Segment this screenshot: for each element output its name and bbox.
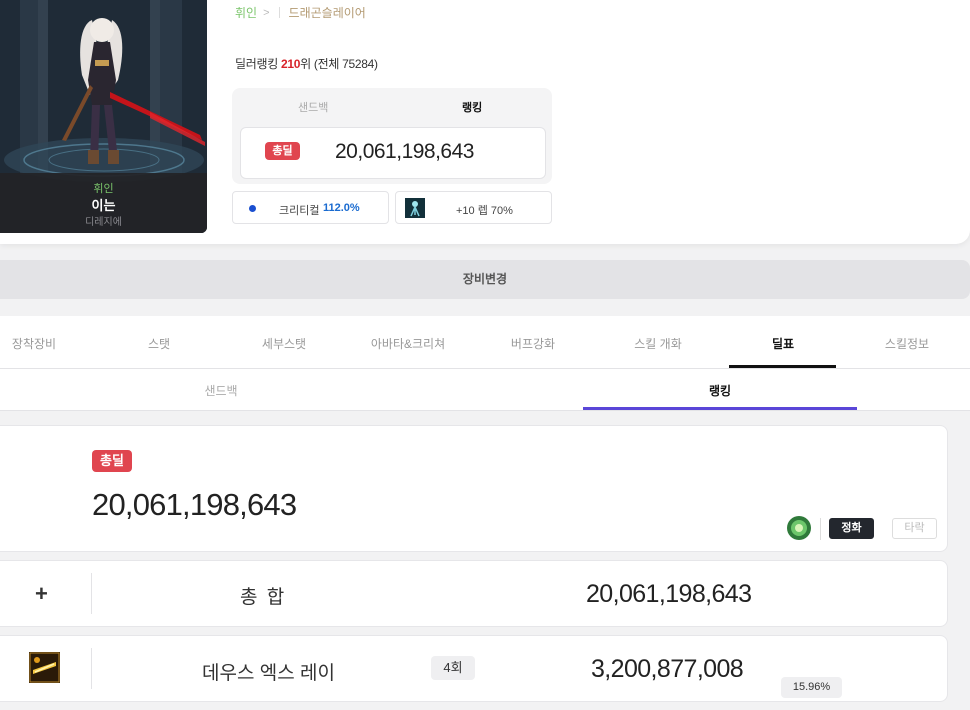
character-caption: 휘인 이는 디레지에 [0, 173, 207, 233]
tab-detail-stats[interactable]: 세부스탯 [262, 335, 306, 352]
skill-damage-value: 3,200,877,008 [591, 655, 744, 683]
tab-damage-table[interactable]: 딜표 [772, 335, 794, 352]
purify-toggle-button[interactable]: 정화 [829, 518, 874, 539]
character-profile-card: 휘인 이는 디레지에 휘인 > 드래곤슬레이어 딜러랭킹 210위 (전체 75… [0, 0, 970, 244]
character-guild: 디레지에 [85, 217, 122, 228]
skill-name: 데우스 엑스 레이 [202, 663, 335, 684]
sub-tab-ranking[interactable]: 랭킹 [709, 382, 731, 399]
equip-change-button[interactable]: 장비변경 [0, 260, 970, 299]
breadcrumb-class[interactable]: 휘인 [235, 4, 257, 21]
expand-plus-icon[interactable]: + [35, 581, 48, 607]
critical-dot-icon [249, 205, 256, 212]
skill-damage-percent: 15.96% [781, 677, 842, 698]
total-damage-badge: 총딜 [92, 450, 132, 472]
tab-buff-enhance[interactable]: 버프강화 [511, 335, 555, 352]
damage-summary-panel: 샌드백 랭킹 총딜 20,061,198,643 [232, 88, 552, 184]
mini-total-value: 20,061,198,643 [335, 140, 474, 163]
breadcrumb-divider [278, 7, 280, 18]
row-divider [91, 648, 92, 689]
corrupt-toggle-button[interactable]: 타락 [892, 518, 937, 539]
total-damage-value: 20,061,198,643 [92, 487, 297, 522]
critical-label: 크리티컬 [279, 205, 320, 217]
tab-stats[interactable]: 스탯 [148, 335, 170, 352]
dealer-ranking: 딜러랭킹 210위 (전체 75284) [235, 55, 378, 72]
character-name: 이는 [91, 198, 116, 213]
main-tab-bar: 장착장비 스탯 세부스탯 아바타&크리쳐 버프강화 스킬 개화 딜표 스킬정보 [0, 316, 970, 369]
tab-skill-info[interactable]: 스킬정보 [885, 335, 929, 352]
sum-value: 20,061,198,643 [586, 580, 752, 608]
purify-orb-icon [787, 516, 811, 540]
tab-skill-bloom[interactable]: 스킬 개화 [634, 335, 682, 352]
buff-skill-icon [405, 198, 425, 218]
sum-label: 총 합 [240, 587, 287, 608]
sub-tab-sandbag[interactable]: 샌드백 [204, 382, 237, 399]
mini-total-damage: 총딜 20,061,198,643 [240, 127, 546, 179]
tab-avatar-creature[interactable]: 아바타&크리쳐 [371, 335, 445, 352]
sub-tab-underline [583, 407, 857, 410]
tab-equipment[interactable]: 장착장비 [12, 335, 56, 352]
deus-ex-ray-skill-icon [29, 652, 60, 683]
character-portrait: 휘인 이는 디레지에 [0, 0, 207, 233]
active-tab-underline [729, 365, 836, 368]
character-class: 휘인 [93, 183, 114, 195]
row-divider [91, 573, 92, 614]
total-damage-badge: 총딜 [265, 142, 300, 160]
critical-value: 112.0% [323, 202, 360, 214]
mini-tab-sandbag[interactable]: 샌드백 [298, 99, 328, 115]
toggle-divider [820, 518, 821, 540]
skill-damage-row[interactable]: 데우스 엑스 레이 4회 3,200,877,008 15.96% [0, 635, 948, 702]
ranking-number: 210 [281, 57, 301, 71]
critical-stat-box: 크리티컬 112.0% [232, 191, 389, 224]
buff-level-text: +10 렙 70% [456, 205, 513, 217]
breadcrumb-job[interactable]: 드래곤슬레이어 [289, 4, 366, 21]
ranking-prefix: 딜러랭킹 [235, 57, 278, 71]
damage-sum-row: + 총 합 20,061,198,643 [0, 560, 948, 627]
total-damage-card: 총딜 20,061,198,643 정화 타락 [0, 425, 948, 552]
ranking-suffix: 위 (전체 75284) [300, 57, 378, 71]
sub-tab-bar: 샌드백 랭킹 [0, 369, 970, 411]
mini-tab-ranking[interactable]: 랭킹 [462, 99, 482, 115]
buff-level-box: +10 렙 70% [395, 191, 552, 224]
skill-hit-count: 4회 [431, 656, 475, 680]
breadcrumb: 휘인 > 드래곤슬레이어 [235, 4, 366, 21]
chevron-right-icon: > [263, 6, 270, 19]
